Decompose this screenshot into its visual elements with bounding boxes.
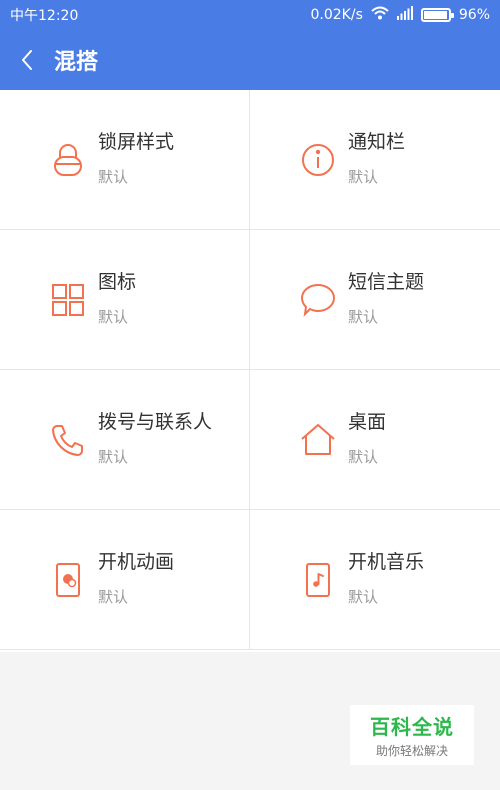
music-note-icon (298, 560, 338, 600)
theme-mix-grid: 锁屏样式 默认 通知栏 默认 图标 默认 短信主题 默认 拨号与联系人 默认 桌… (0, 90, 500, 652)
status-bar: 中午12:20 0.02K/s 96% (0, 0, 500, 30)
status-indicators: 0.02K/s 96% (310, 6, 490, 24)
page-title: 混搭 (54, 50, 99, 75)
grid-item-label: 桌面 (348, 410, 387, 433)
lock-icon (48, 140, 88, 180)
grid-item-value: 默认 (348, 307, 379, 326)
wifi-icon (371, 6, 389, 24)
grid-item-value: 默认 (98, 167, 129, 186)
grid-item-dialer-contacts[interactable]: 拨号与联系人 默认 (0, 370, 250, 510)
home-icon (298, 420, 338, 460)
grid-item-sms-theme[interactable]: 短信主题 默认 (250, 230, 500, 370)
watermark-subtitle: 助你轻松解决 (375, 744, 448, 758)
boot-animation-icon (48, 560, 88, 600)
grid-item-value: 默认 (348, 447, 379, 466)
status-time: 中午12:20 (10, 8, 79, 24)
grid-item-label: 开机动画 (98, 550, 175, 573)
grid-item-value: 默认 (98, 587, 129, 606)
grid-icon (48, 280, 88, 320)
watermark-logo: 百科全说 助你轻松解决 (350, 705, 474, 765)
battery-percentage: 96% (458, 7, 490, 23)
network-speed: 0.02K/s (310, 7, 363, 23)
chevron-left-icon (22, 50, 32, 70)
phone-icon (48, 420, 88, 460)
grid-item-notification-bar[interactable]: 通知栏 默认 (250, 90, 500, 230)
grid-item-label: 拨号与联系人 (98, 410, 213, 433)
back-button[interactable] (0, 30, 54, 90)
grid-item-boot-music[interactable]: 开机音乐 默认 (250, 510, 500, 650)
grid-item-label: 开机音乐 (348, 550, 425, 573)
watermark-title: 百科全说 (370, 715, 454, 739)
info-icon (298, 140, 338, 180)
grid-item-label: 通知栏 (348, 130, 406, 153)
battery-icon (420, 8, 454, 22)
grid-item-value: 默认 (348, 167, 379, 186)
grid-item-lockscreen[interactable]: 锁屏样式 默认 (0, 90, 250, 230)
grid-item-label: 短信主题 (348, 270, 425, 293)
grid-item-value: 默认 (348, 587, 379, 606)
signal-icon (396, 6, 413, 24)
battery-level (423, 11, 447, 19)
grid-item-value: 默认 (98, 307, 129, 326)
title-bar: 混搭 (0, 30, 500, 90)
grid-item-label: 锁屏样式 (98, 130, 175, 153)
grid-item-desktop[interactable]: 桌面 默认 (250, 370, 500, 510)
grid-item-value: 默认 (98, 447, 129, 466)
grid-item-label: 图标 (98, 270, 137, 293)
grid-item-boot-animation[interactable]: 开机动画 默认 (0, 510, 250, 650)
grid-item-icons[interactable]: 图标 默认 (0, 230, 250, 370)
chat-bubble-icon (298, 280, 338, 320)
